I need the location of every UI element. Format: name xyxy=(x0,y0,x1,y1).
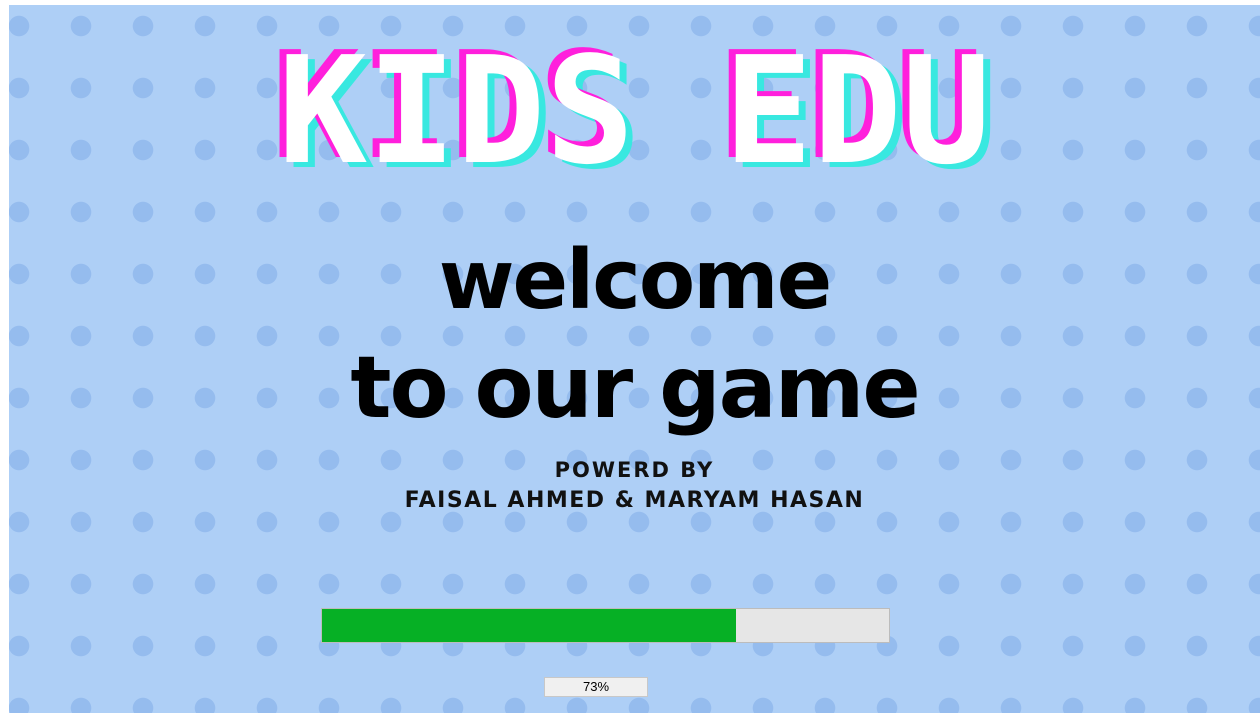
welcome-heading-line-1: welcome xyxy=(438,233,832,328)
loading-progress-bar xyxy=(321,608,890,643)
splash-screen: KIDS EDU welcome to our game POWERD BY F… xyxy=(9,5,1260,713)
authors-credit: FAISAL AHMED & MARYAM HASAN xyxy=(404,488,865,513)
powered-by-label: POWERD BY xyxy=(554,458,715,482)
loading-percent-label: 73% xyxy=(544,677,648,697)
app-title: KIDS EDU xyxy=(278,25,991,197)
loading-progress-fill xyxy=(322,609,736,642)
welcome-heading-line-2: to our game xyxy=(350,338,920,438)
